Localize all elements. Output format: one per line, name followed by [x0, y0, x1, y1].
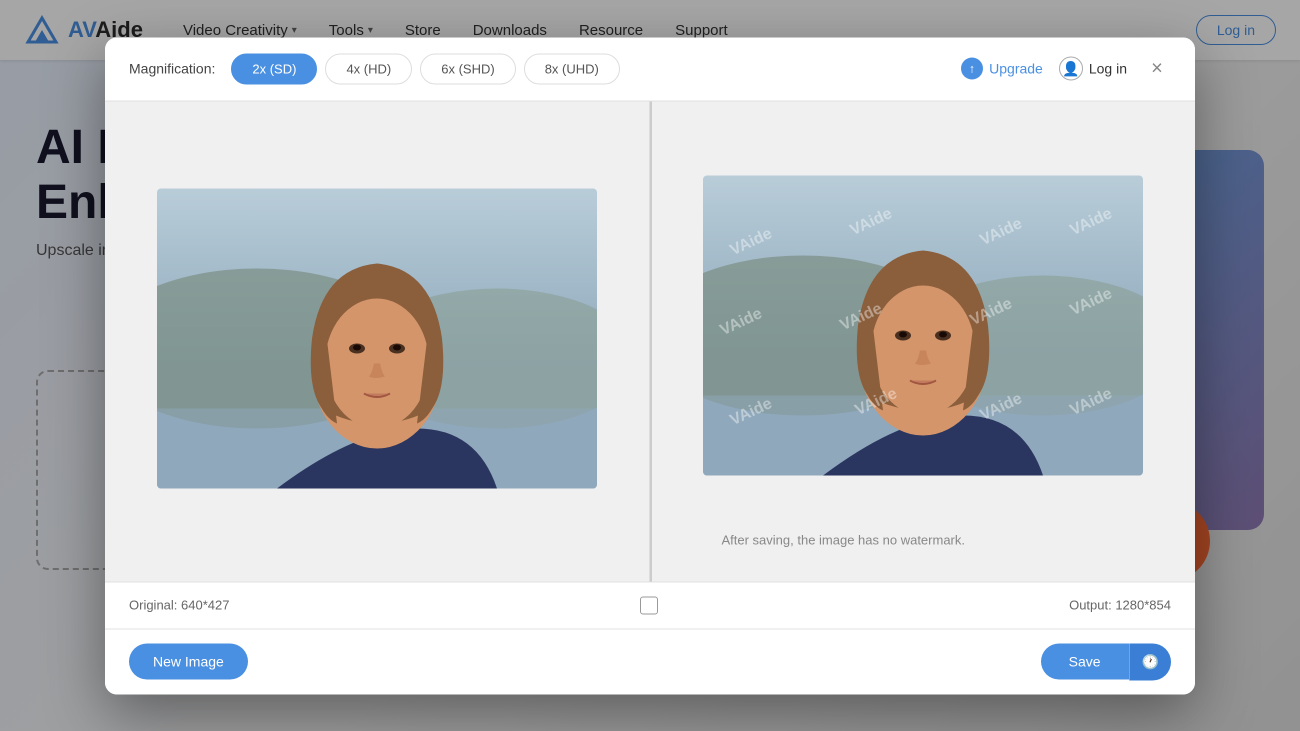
modal-close-button[interactable]: ×	[1143, 55, 1171, 83]
image-enhancer-modal: Magnification: 2x (SD) 4x (HD) 6x (SHD) …	[105, 37, 1195, 694]
new-image-button[interactable]: New Image	[129, 644, 248, 680]
header-right: ↑ Upgrade 👤 Log in ×	[961, 55, 1171, 83]
original-panel	[105, 101, 650, 581]
compare-toggle-checkbox[interactable]	[640, 596, 658, 614]
magnification-options: 2x (SD) 4x (HD) 6x (SHD) 8x (UHD)	[231, 53, 619, 84]
original-image	[157, 189, 597, 489]
compare-toggle-area	[229, 596, 1069, 614]
output-image-container: VAide VAide VAide VAide VAide VAide VAid…	[703, 175, 1143, 507]
modal-login-button[interactable]: 👤 Log in	[1059, 57, 1127, 81]
magnification-label: Magnification:	[129, 61, 215, 77]
output-panel: VAide VAide VAide VAide VAide VAide VAid…	[652, 101, 1196, 581]
save-dropdown-button[interactable]: 🕐	[1129, 643, 1171, 680]
watermark-notice: After saving, the image has no watermark…	[703, 532, 983, 547]
panel-divider	[650, 101, 652, 581]
upgrade-button[interactable]: ↑ Upgrade	[961, 58, 1043, 80]
modal-header: Magnification: 2x (SD) 4x (HD) 6x (SHD) …	[105, 37, 1195, 101]
upgrade-icon: ↑	[961, 58, 983, 80]
mag-btn-4x[interactable]: 4x (HD)	[325, 53, 412, 84]
output-image: VAide VAide VAide VAide VAide VAide VAid…	[703, 175, 1143, 475]
save-button[interactable]: Save	[1041, 644, 1129, 680]
mag-btn-8x[interactable]: 8x (UHD)	[524, 53, 620, 84]
user-icon: 👤	[1059, 57, 1083, 81]
mag-btn-6x[interactable]: 6x (SHD)	[420, 53, 515, 84]
modal-body: VAide VAide VAide VAide VAide VAide VAid…	[105, 101, 1195, 581]
save-area: Save 🕐	[1041, 643, 1171, 680]
modal-actions: New Image Save 🕐	[105, 628, 1195, 694]
output-info: Output: 1280*854	[1069, 598, 1171, 613]
original-info: Original: 640*427	[129, 598, 229, 613]
mag-btn-2x[interactable]: 2x (SD)	[231, 53, 317, 84]
clock-icon: 🕐	[1142, 653, 1159, 669]
original-image-container	[157, 189, 597, 494]
modal-info-bar: Original: 640*427 Output: 1280*854	[105, 581, 1195, 628]
